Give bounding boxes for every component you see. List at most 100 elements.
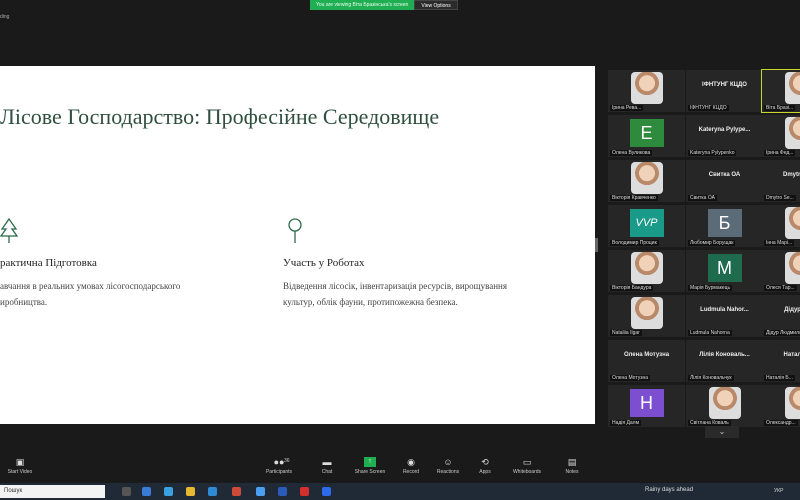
slide-title: Лісове Господарство: Професійне Середови… [0, 104, 440, 129]
zoom-icon[interactable] [322, 487, 331, 496]
participants-button[interactable]: ●● Participants [257, 457, 301, 475]
record-button[interactable]: ◉ Record [391, 457, 431, 475]
participant-name: Віта Бразі... [764, 105, 796, 111]
participant-tile[interactable]: Олеся Тар... [762, 250, 800, 292]
participant-display-name: Наталія Б... [783, 352, 800, 358]
participant-tile[interactable]: Ірина Фед... [762, 115, 800, 157]
participant-name: Ірина Рева... [610, 105, 644, 111]
participant-display-name: ІФНТУНГ КЦДО [702, 82, 747, 88]
video-off-icon: ▣ [15, 457, 25, 467]
record-icon: ◉ [407, 457, 415, 467]
participant-name: Володимир Процик [610, 240, 659, 246]
participant-name: Марія Бурмакець [688, 285, 733, 291]
participant-tile[interactable]: Б Любомир Борущак [686, 205, 763, 247]
participant-avatar: VVP [629, 209, 664, 237]
app-icon[interactable] [300, 487, 309, 496]
participant-tile[interactable]: Вікторія Бандура [608, 250, 685, 292]
participant-name: Лілія Коновальчук [688, 375, 734, 381]
participant-tile[interactable]: Олена Мотузна Олена Мотузна [608, 340, 685, 382]
language-indicator[interactable]: УКР [774, 488, 783, 494]
participant-display-name: Лілія Коноваль... [699, 352, 750, 358]
whiteboards-button[interactable]: ▭ Whiteboards [507, 457, 547, 475]
meeting-toolbar: ▣ Start Video ●● Participants ▬ Chat ↑ S… [0, 455, 800, 483]
participant-video [784, 207, 800, 239]
participant-tile[interactable]: Ірина Рева... [608, 70, 685, 112]
word-icon[interactable] [278, 487, 287, 496]
left-heading: рактична Підготовка [0, 257, 97, 269]
participant-tile[interactable]: Вікторія Кравченко [608, 160, 685, 202]
participant-video [784, 72, 800, 104]
participant-name: Олеся Тар... [764, 285, 797, 291]
participant-name: Dmytro Se... [764, 195, 796, 201]
view-options-button[interactable]: View Options [414, 0, 458, 10]
browser-icon[interactable] [164, 487, 173, 496]
mail-icon[interactable] [232, 487, 241, 496]
participant-display-name: Dmytro Se... [782, 172, 800, 178]
participant-video [630, 72, 663, 104]
participant-tile[interactable]: Лілія Коноваль... Лілія Коновальчук [686, 340, 763, 382]
participant-name: Nataliia Ilgar [610, 330, 642, 336]
chrome-icon[interactable] [256, 487, 265, 496]
participant-video [630, 162, 663, 194]
participant-name: Свитка ОА [688, 195, 717, 201]
left-text-line-2: иробництва. [0, 297, 48, 307]
participant-tile[interactable]: Kateryna Pylype... Kateryna Pylypenko [686, 115, 763, 157]
participant-name: Наталія Б... [764, 375, 795, 381]
participant-video [630, 252, 663, 284]
store-icon[interactable] [208, 487, 217, 496]
panel-resize-handle[interactable] [595, 238, 598, 252]
participant-video [784, 117, 800, 149]
participant-name: Вікторія Кравченко [610, 195, 658, 201]
participant-name: Дідур Людмила [764, 330, 800, 336]
participant-name: Інна Марі... [764, 240, 795, 246]
share-screen-button[interactable]: ↑ Share Screen [350, 457, 390, 475]
participant-avatar: H [629, 389, 664, 417]
participant-tile[interactable]: Віта Бразі... [761, 69, 800, 113]
whiteboard-icon: ▭ [522, 457, 532, 467]
participant-tile[interactable]: Ludmula Nahor... Ludmula Nahorna [686, 295, 763, 337]
participant-display-name: Свитка ОА [708, 172, 741, 178]
participant-tile[interactable]: Світлана Коваль [686, 385, 763, 427]
start-video-button[interactable]: ▣ Start Video [0, 457, 40, 475]
edge-icon[interactable] [142, 487, 151, 496]
participant-tile[interactable]: Nataliia Ilgar [608, 295, 685, 337]
weather-widget[interactable]: Rainy days ahead [645, 487, 693, 493]
participant-display-name: Олена Мотузна [623, 352, 670, 358]
participant-tile[interactable]: VVP Володимир Процик [608, 205, 685, 247]
share-message: You are viewing Віта Бразінська's screen [310, 0, 415, 10]
participant-tile[interactable]: Інна Марі... [762, 205, 800, 247]
participant-display-name: Ludmula Nahor... [700, 307, 749, 313]
participant-tile[interactable]: E Олена Вуликова [608, 115, 685, 157]
apps-button[interactable]: ⟲ Apps [465, 457, 505, 475]
share-screen-icon: ↑ [364, 457, 376, 467]
chat-button[interactable]: ▬ Chat [307, 457, 347, 475]
participant-name: Вікторія Бандура [610, 285, 654, 291]
participant-tile[interactable]: Дідур Лю... Дідур Людмила [762, 295, 800, 337]
participant-name: Kateryna Pylypenko [688, 150, 737, 156]
chat-icon: ▬ [322, 457, 332, 467]
participant-tile[interactable]: M Марія Бурмакець [686, 250, 763, 292]
apps-icon: ⟲ [481, 457, 489, 467]
participant-tile[interactable]: Dmytro Se... Dmytro Se... [762, 160, 800, 202]
participants-count: 36 [284, 458, 290, 464]
participant-name: Олена Мотузна [610, 375, 651, 381]
notes-button[interactable]: ▤ Notes [552, 457, 592, 475]
participant-video [784, 387, 800, 419]
participant-tile[interactable]: ІФНТУНГ КЦДО ІФНТУНГ КЦДО [686, 70, 763, 112]
participant-gallery: Ірина Рева... ІФНТУНГ КЦДО ІФНТУНГ КЦДО Віт… [600, 66, 800, 446]
notes-icon: ▤ [567, 457, 577, 467]
participant-name: Олена Вуликова [610, 150, 653, 156]
participant-tile[interactable]: Свитка ОА Свитка ОА [686, 160, 763, 202]
participant-video [630, 297, 663, 329]
participant-tile[interactable]: H Надія Далм [608, 385, 685, 427]
participant-tile[interactable]: Наталія Б... Наталія Б... [762, 340, 800, 382]
participant-avatar: E [629, 119, 664, 147]
participant-name: Олександр... [764, 420, 798, 426]
explorer-icon[interactable] [186, 487, 195, 496]
participant-name: Надія Далм [610, 420, 642, 426]
task-view-icon[interactable] [122, 487, 131, 496]
reactions-button[interactable]: ☺ Reactions [428, 457, 468, 475]
taskbar-search[interactable]: Пошук [0, 485, 105, 498]
participant-tile[interactable]: Олександр... [762, 385, 800, 427]
gallery-scroll-down-button[interactable]: ⌄ [705, 426, 739, 438]
